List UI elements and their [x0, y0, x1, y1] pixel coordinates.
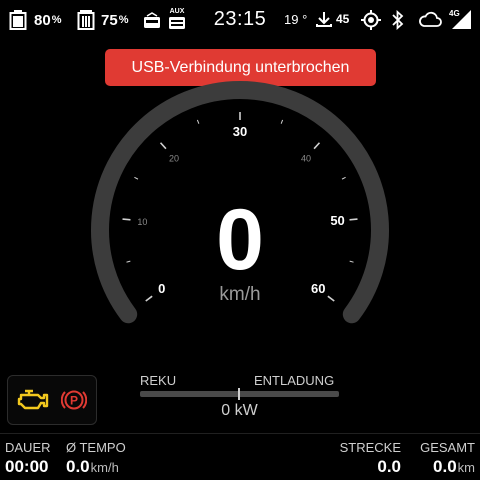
parking-brake-icon: P: [61, 390, 87, 410]
discharge-label: ENTLADUNG: [254, 373, 335, 388]
power-bar-center-mark: [238, 388, 240, 400]
total-label: GESAMT: [420, 440, 475, 455]
distance-value: 0.0: [377, 457, 401, 476]
duration-label: DAUER: [5, 440, 51, 455]
recuperation-label: REKU: [140, 373, 177, 388]
speedometer-label-20: 20: [169, 154, 179, 164]
total: 0.0km: [433, 457, 475, 477]
avg-speed: 0.0km/h: [66, 457, 119, 477]
speedometer-tick: [159, 142, 167, 150]
speedometer-tick: [280, 119, 284, 124]
speed-value: 0: [216, 192, 264, 288]
speedometer-tick: [134, 176, 139, 180]
check-engine-icon: [17, 389, 49, 410]
speedometer-tick: [313, 142, 321, 150]
speedometer-label-30: 30: [233, 124, 247, 139]
speedometer-tick: [196, 119, 200, 124]
distance-label: STRECKE: [339, 440, 401, 455]
total-value: 0.0: [433, 457, 457, 476]
avg-speed-value: 0.0: [66, 457, 90, 476]
speedometer-tick: [341, 176, 346, 180]
parking-letter: P: [70, 394, 78, 408]
power-bar: [140, 388, 339, 400]
speed-unit: km/h: [219, 284, 261, 305]
duration-value: 00:00: [5, 457, 49, 476]
power-value: 0 kW: [221, 402, 258, 419]
avg-speed-unit: km/h: [90, 460, 119, 475]
avg-speed-label: Ø TEMPO: [66, 440, 126, 455]
bottom-divider: [0, 433, 480, 434]
warning-lights-panel: P: [7, 375, 97, 425]
total-unit: km: [457, 460, 475, 475]
speedometer-label-40: 40: [301, 154, 311, 164]
